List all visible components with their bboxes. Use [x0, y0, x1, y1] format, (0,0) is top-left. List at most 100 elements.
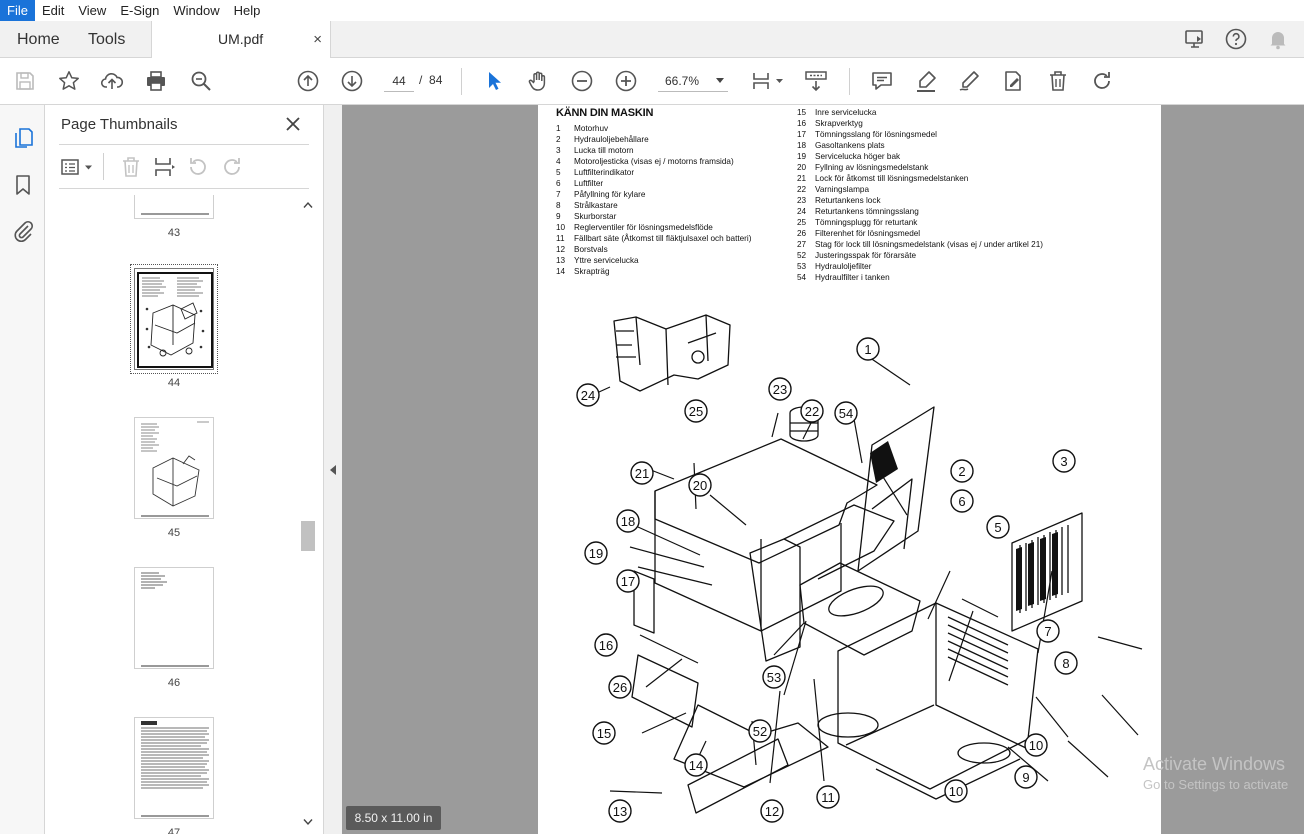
navigation-rail	[0, 105, 45, 834]
legend-text: Tömningsplugg för returtank	[815, 218, 918, 227]
zoom-level-select[interactable]: 66.7%	[658, 70, 728, 92]
print-icon[interactable]	[144, 69, 168, 93]
total-pages: 84	[429, 73, 443, 87]
page-number-input[interactable]	[384, 70, 414, 92]
legend-item: 26 Filterenhet för lösningsmedel	[797, 228, 1043, 239]
bookmark-star-icon[interactable]	[57, 69, 81, 93]
delete-trash-icon[interactable]	[1046, 69, 1070, 93]
legend-text: Filterenhet för lösningsmedel	[815, 229, 921, 238]
legend-number: 6	[556, 179, 561, 188]
rotate-counterclockwise-icon[interactable]	[186, 155, 210, 179]
thumbnail-scrollbar[interactable]	[301, 197, 315, 830]
rotate-clockwise-icon[interactable]	[220, 155, 244, 179]
callout-number: 5	[994, 520, 1001, 535]
tab-document[interactable]: UM.pdf ×	[151, 21, 331, 58]
page-preview-icon	[141, 721, 209, 817]
rotate-icon[interactable]	[1090, 69, 1114, 93]
diagram-callout: 53	[762, 665, 786, 689]
legend-text: Returtankens lock	[815, 196, 881, 205]
collapse-panel-icon[interactable]	[330, 465, 336, 475]
callout-number: 15	[597, 726, 611, 741]
next-page-icon[interactable]	[340, 69, 364, 93]
highlighter-icon[interactable]	[914, 69, 938, 93]
thumbnail-page-selected[interactable]	[130, 264, 218, 374]
scrolling-mode-icon[interactable]	[804, 69, 828, 93]
page-thumbnails-icon[interactable]	[11, 126, 35, 150]
callout-number: 17	[621, 574, 635, 589]
close-tab-icon[interactable]: ×	[313, 21, 322, 58]
upload-cloud-icon[interactable]	[100, 69, 124, 93]
main-toolbar: / 84 66.7%	[0, 58, 1304, 105]
callout-number: 52	[753, 724, 767, 739]
menu-edit[interactable]: Edit	[35, 0, 71, 21]
zoom-search-icon[interactable]	[189, 69, 213, 93]
help-icon[interactable]	[1224, 27, 1248, 51]
scroll-up-icon[interactable]	[303, 201, 313, 209]
legend-number: 53	[797, 262, 807, 271]
comment-icon[interactable]	[870, 69, 894, 93]
menu-esign[interactable]: E-Sign	[113, 0, 166, 21]
page-size-indicator: 8.50 x 11.00 in	[346, 806, 441, 830]
legend-text: Returtankens tömningsslang	[815, 207, 919, 216]
legend-text: Varningslampa	[815, 185, 870, 194]
legend-text: Borstvals	[574, 245, 608, 254]
legend-number: 25	[797, 218, 807, 227]
notifications-bell-icon[interactable]	[1266, 27, 1290, 51]
document-view[interactable]: KÄNN DIN MASKIN 1 Motorhuv 2 Hydrauloljebeh…	[342, 105, 1304, 834]
legend-number: 14	[556, 267, 566, 276]
edit-pdf-icon[interactable]	[1001, 69, 1025, 93]
delete-page-icon[interactable]	[119, 155, 143, 179]
thumbnail-page[interactable]	[134, 195, 214, 219]
callout-number: 24	[581, 388, 595, 403]
thumbnail-page[interactable]	[134, 567, 214, 669]
share-screen-icon[interactable]	[1183, 27, 1207, 51]
zoom-in-icon[interactable]	[614, 69, 638, 93]
callout-number: 25	[689, 404, 703, 419]
toolbar-divider	[461, 68, 462, 95]
hand-tool-icon[interactable]	[526, 69, 550, 93]
legend-item: 22 Varningslampa	[797, 184, 1043, 195]
legend-text: Tömningsslang för lösningsmedel	[815, 130, 937, 139]
callout-number: 7	[1044, 624, 1051, 639]
scrollbar-thumb[interactable]	[301, 521, 315, 551]
menu-help[interactable]: Help	[227, 0, 268, 21]
bookmarks-icon[interactable]	[11, 173, 35, 197]
callout-number: 21	[635, 466, 649, 481]
thumbnail-page[interactable]	[134, 717, 214, 819]
thumbnail-list: 43 44 45 46 47	[45, 195, 303, 834]
attachments-paperclip-icon[interactable]	[11, 219, 35, 243]
callout-number: 23	[773, 382, 787, 397]
callout-number: 8	[1062, 656, 1069, 671]
callout-number: 10	[949, 784, 963, 799]
scroll-down-icon[interactable]	[303, 818, 313, 826]
thumbnail-options-icon[interactable]	[60, 155, 96, 179]
legend-item: 24 Returtankens tömningsslang	[797, 206, 1043, 217]
panel-splitter[interactable]	[323, 105, 342, 834]
zoom-out-icon[interactable]	[570, 69, 594, 93]
menu-file[interactable]: File	[0, 0, 35, 21]
diagram-callout: 8	[1054, 651, 1078, 675]
diagram-callout: 12	[760, 799, 784, 823]
legend-item: 9 Skurborstar	[556, 211, 751, 222]
activation-watermark: Activate Windows Go to Settings to activ…	[1143, 755, 1288, 791]
callout-number: 10	[1029, 738, 1043, 753]
diagram-callout: 10	[1024, 733, 1048, 757]
close-panel-icon[interactable]	[285, 116, 301, 132]
insert-page-icon[interactable]	[152, 155, 176, 179]
page-preview-icon	[141, 421, 209, 517]
legend-number: 4	[556, 157, 561, 166]
tab-tools[interactable]: Tools	[88, 21, 125, 58]
diagram-callout: 25	[684, 399, 708, 423]
legend-item: 53 Hydrauloljefilter	[797, 261, 1043, 272]
draw-pen-icon[interactable]	[957, 69, 981, 93]
menu-window[interactable]: Window	[166, 0, 226, 21]
page-display-icon[interactable]	[750, 69, 784, 93]
save-icon[interactable]	[13, 69, 37, 93]
select-cursor-icon[interactable]	[482, 69, 506, 93]
legend-text: Hydraulfilter i tanken	[815, 273, 890, 282]
menu-view[interactable]: View	[71, 0, 113, 21]
previous-page-icon[interactable]	[296, 69, 320, 93]
diagram-callout: 10	[944, 779, 968, 803]
thumbnail-page[interactable]	[134, 417, 214, 519]
tab-home[interactable]: Home	[17, 21, 60, 58]
